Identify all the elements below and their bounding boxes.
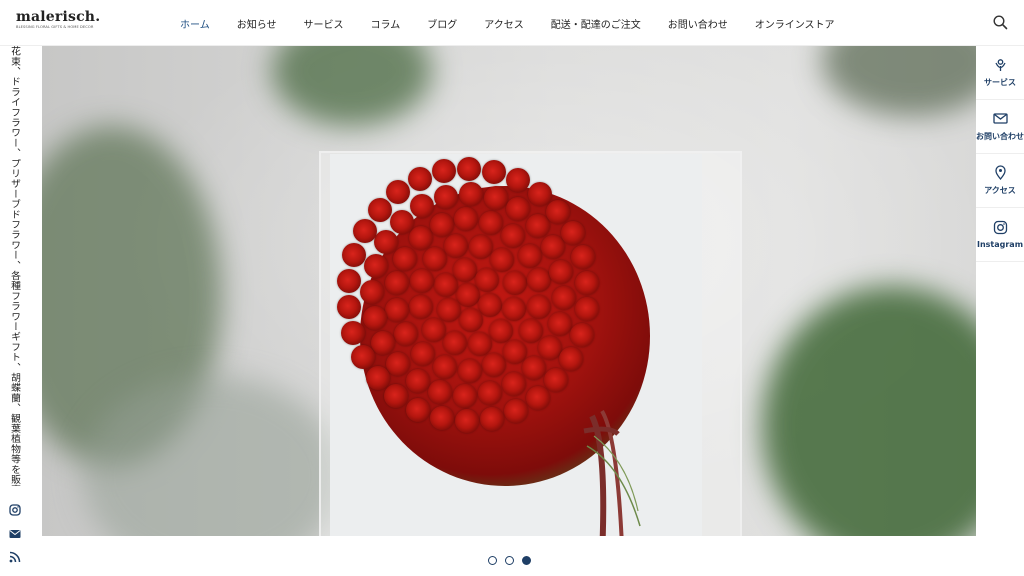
rose [551, 285, 576, 310]
instagram-icon[interactable] [9, 504, 21, 516]
rose [478, 292, 503, 317]
hero-image [42, 46, 976, 536]
rose [502, 296, 527, 321]
rose [385, 297, 410, 322]
rose [408, 226, 433, 251]
rose [501, 224, 526, 249]
left-rail: 花束、ドライフラワー、プリザーブドフラワー、各種フラワーギフト、胡蝶蘭、観葉植物… [0, 46, 42, 576]
quick-link-label: アクセス [984, 186, 1016, 195]
slider-dot[interactable] [522, 556, 531, 565]
rose [501, 371, 526, 396]
map-pin-icon [994, 165, 1006, 180]
nav-item-news[interactable]: お知らせ [237, 16, 277, 31]
nav-item-online-store[interactable]: オンラインストア [755, 16, 835, 31]
rose [503, 398, 528, 423]
rose [429, 212, 454, 237]
rose [453, 383, 478, 408]
quick-link-label: サービス [984, 78, 1016, 87]
rose [390, 209, 415, 234]
rose [454, 408, 479, 433]
rose [392, 246, 417, 271]
site-header: malerisch. BLESSING FLORAL GIFTS & HOME … [0, 0, 1024, 46]
rose [469, 234, 494, 259]
vertical-tagline: 花束、ドライフラワー、プリザーブドフラワー、各種フラワーギフト、胡蝶蘭、観葉植物… [9, 46, 20, 486]
quick-link-label: Instagram [976, 240, 1024, 249]
slider-dot[interactable] [505, 556, 514, 565]
quick-links-rail: サービス お問い合わせ アクセス Instagram [976, 46, 1024, 262]
rose [432, 354, 457, 379]
rose [429, 405, 454, 430]
rose [336, 294, 361, 319]
quick-link-contact[interactable]: お問い合わせ [976, 100, 1024, 154]
rose [364, 254, 389, 279]
rose [547, 311, 572, 336]
rose [482, 160, 507, 185]
rose [422, 246, 447, 271]
logo-tagline: BLESSING FLORAL GIFTS & HOME DECOR [16, 25, 94, 29]
rose [362, 306, 387, 331]
rose [527, 181, 552, 206]
nav-item-service[interactable]: サービス [304, 16, 344, 31]
rose [540, 235, 565, 260]
nav-item-contact[interactable]: お問い合わせ [668, 16, 728, 31]
rose [569, 323, 594, 348]
nav-item-home[interactable]: ホーム [180, 16, 210, 31]
slider-dot[interactable] [488, 556, 497, 565]
quick-link-instagram[interactable]: Instagram [976, 208, 1024, 262]
rose [433, 184, 458, 209]
mail-icon[interactable] [9, 528, 21, 540]
slider-pagination [488, 556, 531, 565]
rose [526, 268, 551, 293]
rose [479, 406, 504, 431]
rose [406, 397, 431, 422]
rose [409, 269, 434, 294]
rose [458, 308, 483, 332]
rose [336, 268, 361, 293]
quick-link-service[interactable]: サービス [976, 46, 1024, 100]
nav-item-column[interactable]: コラム [371, 16, 401, 31]
rose [525, 385, 550, 410]
nav-item-access[interactable]: アクセス [484, 16, 524, 31]
ribbon-stems [583, 409, 641, 536]
rose [560, 221, 585, 246]
rose [546, 199, 570, 224]
rose [436, 298, 461, 323]
rose [352, 218, 377, 243]
quick-link-label: お問い合わせ [976, 132, 1024, 141]
rose [525, 213, 550, 238]
search-icon[interactable] [992, 14, 1008, 30]
nav-item-delivery-order[interactable]: 配送・配達のご注文 [551, 16, 641, 31]
logo-wordmark: malerisch. [16, 9, 101, 25]
rose [537, 335, 562, 360]
rose [405, 368, 430, 393]
rose [527, 294, 552, 319]
rose [457, 358, 482, 383]
rose [410, 341, 435, 366]
rose [517, 243, 542, 268]
nav-item-blog[interactable]: ブログ [427, 16, 457, 31]
site-logo[interactable]: malerisch. BLESSING FLORAL GIFTS & HOME … [16, 9, 101, 35]
rose [570, 245, 595, 270]
rss-icon[interactable] [9, 551, 21, 563]
main-nav: ホーム お知らせ サービス コラム ブログ アクセス 配送・配達のご注文 お問い… [180, 0, 862, 46]
rose [502, 270, 527, 295]
rose [467, 331, 492, 356]
rose [521, 356, 546, 381]
rose [475, 267, 500, 292]
flower-icon [994, 59, 1006, 71]
rose [367, 197, 392, 222]
rose [360, 280, 385, 305]
rose [342, 242, 367, 267]
rose [428, 379, 453, 404]
rose [458, 182, 483, 207]
mail-icon [992, 113, 1008, 124]
rose [483, 186, 508, 211]
quick-link-access[interactable]: アクセス [976, 154, 1024, 208]
rose [549, 259, 574, 284]
instagram-icon [993, 220, 1007, 235]
rose [421, 318, 446, 343]
rose [453, 257, 478, 282]
